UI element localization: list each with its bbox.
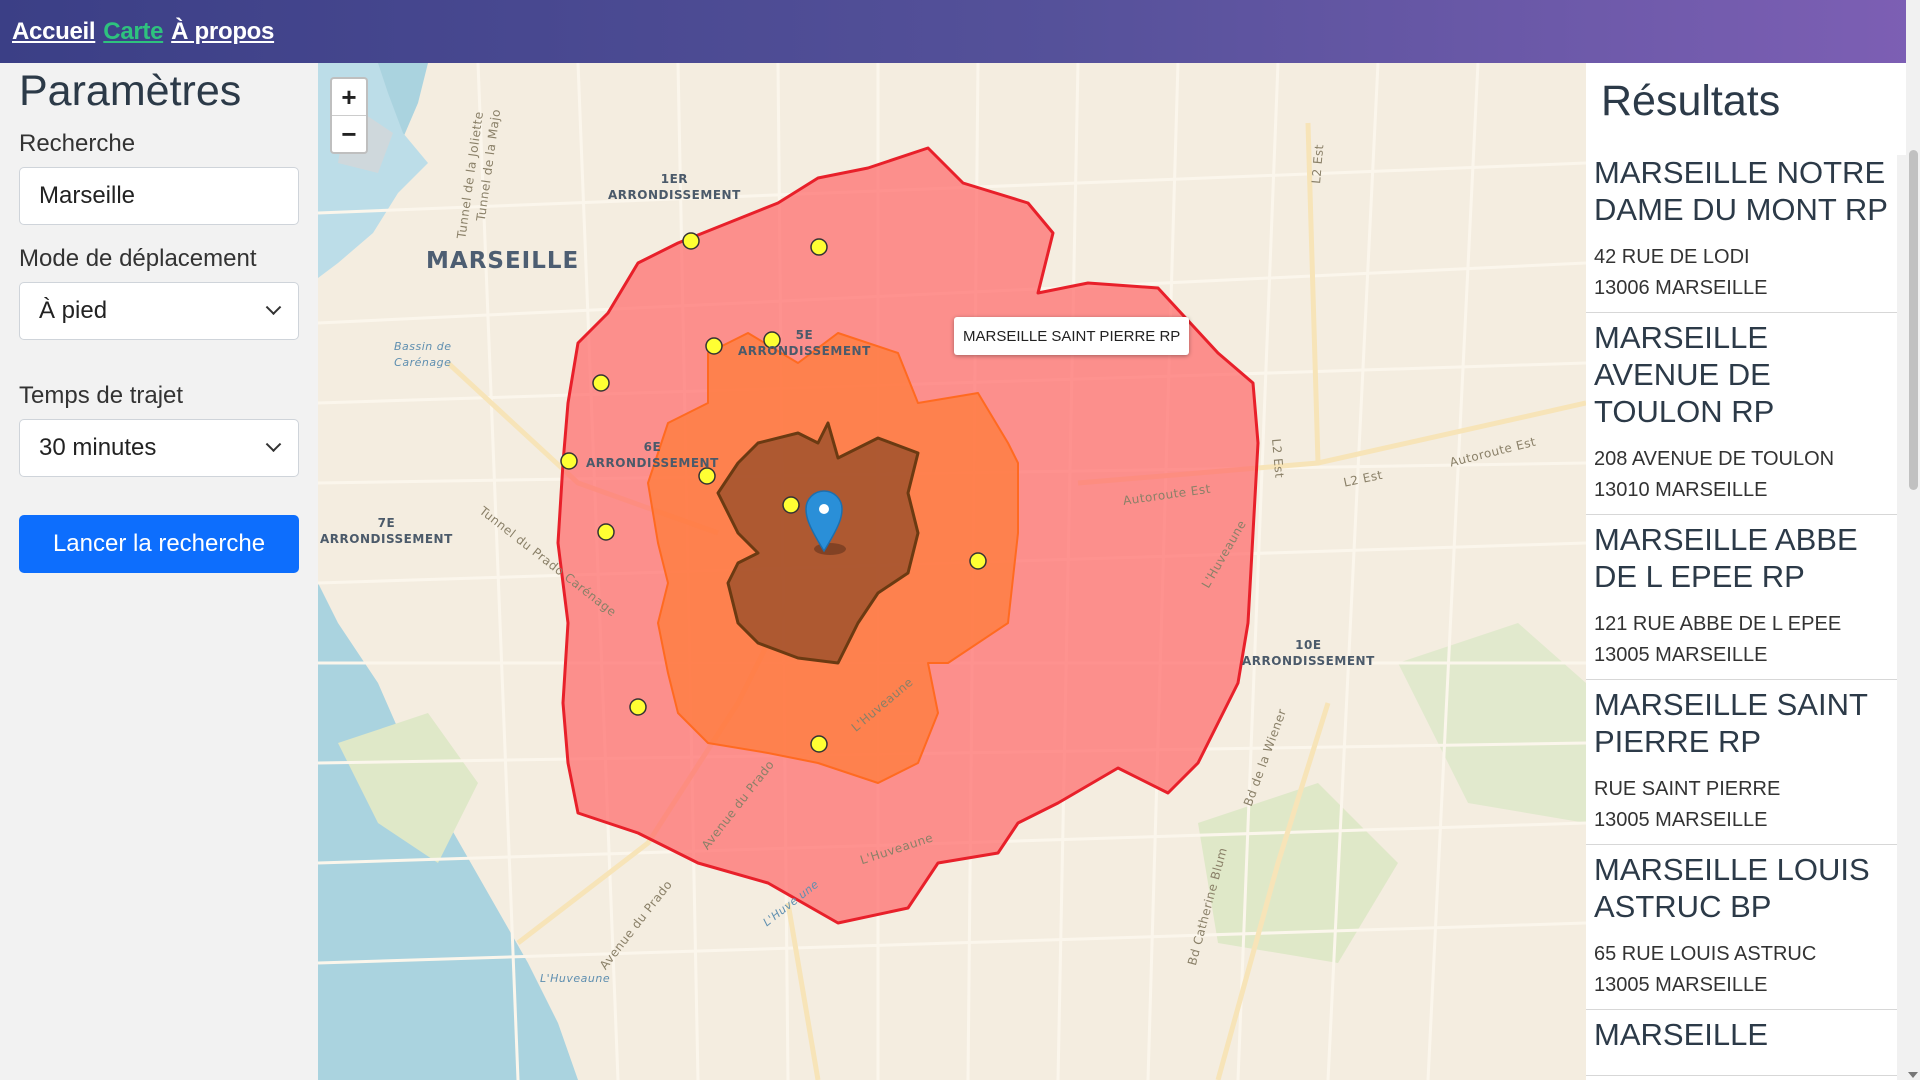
result-item[interactable]: MARSEILLE LOUIS ASTRUC BP 65 RUE LOUIS A… xyxy=(1586,845,1906,1010)
map-label-huveaune: L'Huveaune xyxy=(540,972,611,985)
time-select[interactable]: 30 minutes xyxy=(19,419,299,477)
result-point xyxy=(560,452,578,470)
map-label-arr7: 7E ARRONDISSEMENT xyxy=(320,516,453,546)
result-item[interactable]: MARSEILLE AVENUE DE TOULON RP 208 AVENUE… xyxy=(1586,313,1906,515)
time-label: Temps de trajet xyxy=(19,382,184,409)
result-point xyxy=(705,337,723,355)
search-input-value: Marseille xyxy=(39,182,136,209)
map-label-arr5: 5E ARRONDISSEMENT xyxy=(738,328,871,358)
result-street: 121 RUE ABBE DE L EPEE xyxy=(1594,613,1842,635)
parameters-panel: Paramètres Recherche Marseille Mode de d… xyxy=(0,63,318,1080)
result-city: 13005 MARSEILLE xyxy=(1594,809,1768,831)
result-point xyxy=(810,735,828,753)
nav-link-accueil[interactable]: Accueil xyxy=(12,18,96,46)
location-pin-dot xyxy=(819,504,829,514)
result-item[interactable]: MARSEILLE NOTRE DAME DU MONT RP 42 RUE D… xyxy=(1586,148,1906,313)
map-label-city: MARSEILLE xyxy=(426,248,580,274)
zoom-out-button[interactable]: − xyxy=(332,115,366,152)
result-city: 13006 MARSEILLE xyxy=(1594,277,1768,299)
result-name: MARSEILLE NOTRE DAME DU MONT RP xyxy=(1594,155,1888,227)
result-item[interactable]: MARSEILLE SAINT PIERRE RP RUE SAINT PIER… xyxy=(1586,680,1906,845)
result-street: 65 RUE LOUIS ASTRUC xyxy=(1594,943,1817,965)
nav-link-a-propos[interactable]: À propos xyxy=(171,18,274,46)
result-street: 42 RUE DE LODI xyxy=(1594,246,1750,268)
result-point xyxy=(782,496,800,514)
result-item[interactable]: MARSEILLE xyxy=(1586,1010,1906,1076)
result-name: MARSEILLE SAINT PIERRE RP xyxy=(1594,687,1868,759)
result-point xyxy=(592,374,610,392)
mode-select[interactable]: À pied xyxy=(19,282,299,340)
result-point xyxy=(810,238,828,256)
result-point xyxy=(629,698,647,716)
results-list[interactable]: MARSEILLE NOTRE DAME DU MONT RP 42 RUE D… xyxy=(1586,148,1906,1076)
results-scrollbar[interactable] xyxy=(1897,155,1906,1080)
result-name: MARSEILLE ABBE DE L EPEE RP xyxy=(1594,522,1858,594)
result-name: MARSEILLE AVENUE DE TOULON RP xyxy=(1594,320,1775,429)
park xyxy=(1198,783,1398,963)
nav-link-carte[interactable]: Carte xyxy=(103,18,163,46)
time-select-value: 30 minutes xyxy=(39,434,157,461)
result-item[interactable]: MARSEILLE ABBE DE L EPEE RP 121 RUE ABBE… xyxy=(1586,515,1906,680)
map-view[interactable]: 1ER ARRONDISSEMENT MARSEILLE 5E ARRONDIS… xyxy=(318,63,1586,1080)
mode-label: Mode de déplacement xyxy=(19,245,257,272)
results-title: Résultats xyxy=(1601,77,1781,125)
result-city: 13010 MARSEILLE xyxy=(1594,479,1768,501)
search-input[interactable]: Marseille xyxy=(19,167,299,225)
chevron-down-icon xyxy=(265,298,282,315)
search-label: Recherche xyxy=(19,130,136,157)
zoom-control: + − xyxy=(330,77,368,154)
results-panel[interactable]: Résultats MARSEILLE NOTRE DAME DU MONT R… xyxy=(1586,63,1906,1080)
result-point xyxy=(597,523,615,541)
result-point xyxy=(969,552,987,570)
zoom-in-button[interactable]: + xyxy=(332,79,366,115)
park xyxy=(1398,623,1586,823)
chevron-down-icon xyxy=(265,435,282,452)
result-street: 208 AVENUE DE TOULON xyxy=(1594,448,1835,470)
result-street: RUE SAINT PIERRE xyxy=(1594,778,1781,800)
window-scrollbar[interactable] xyxy=(1906,0,1920,1080)
marker-shadow xyxy=(814,543,846,555)
result-name: MARSEILLE xyxy=(1594,1017,1769,1052)
top-navbar: Accueil Carte À propos xyxy=(0,0,1920,63)
parameters-title: Paramètres xyxy=(19,67,242,115)
map-canvas[interactable] xyxy=(318,63,1586,1080)
mode-select-value: À pied xyxy=(39,297,108,324)
map-label-arr10: 10E ARRONDISSEMENT xyxy=(1242,638,1375,668)
result-city: 13005 MARSEILLE xyxy=(1594,974,1768,996)
result-name: MARSEILLE LOUIS ASTRUC BP xyxy=(1594,852,1870,924)
result-point xyxy=(682,232,700,250)
result-city: 13005 MARSEILLE xyxy=(1594,644,1768,666)
search-submit-button[interactable]: Lancer la recherche xyxy=(19,515,299,573)
map-label-bassin: Bassin de Carénage xyxy=(394,340,452,369)
scrollbar-thumb[interactable] xyxy=(1909,150,1918,490)
map-label-arr6: 6E ARRONDISSEMENT xyxy=(586,440,719,470)
scroll-down-arrow-icon[interactable] xyxy=(1908,1072,1918,1078)
map-label-arr1: 1ER ARRONDISSEMENT xyxy=(608,172,741,202)
street-label: L2 Est xyxy=(1269,438,1287,479)
marker-tooltip: MARSEILLE SAINT PIERRE RP xyxy=(954,317,1190,355)
